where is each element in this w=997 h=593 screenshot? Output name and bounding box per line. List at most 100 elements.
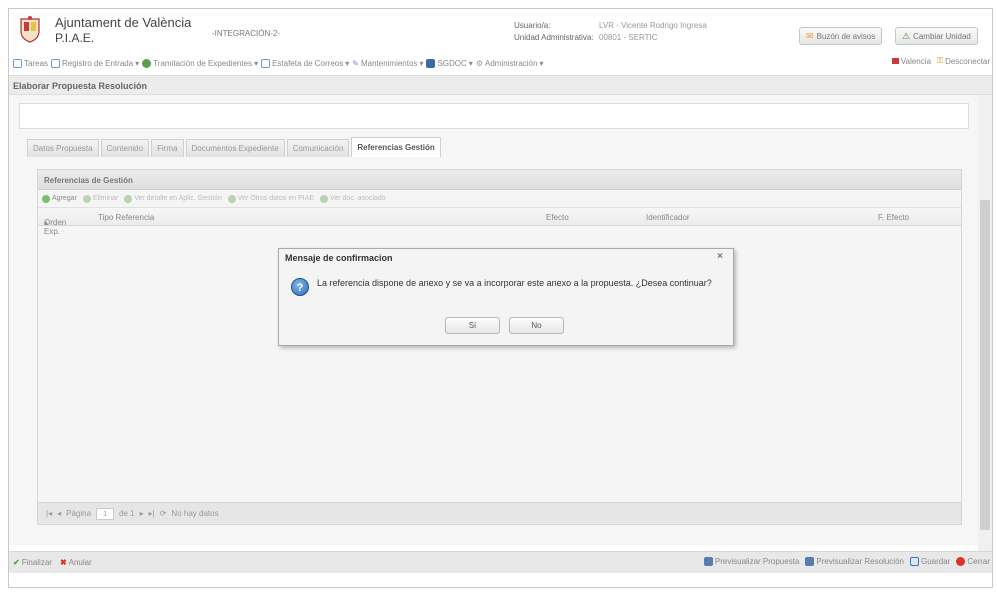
col-f-efecto[interactable]: F. Efecto — [878, 213, 909, 222]
doc-label: Ver doc. asociado — [330, 195, 386, 202]
menu-registro-entrada-label: Registro de Entrada — [62, 58, 134, 68]
dialog-message: La referencia dispone de anexo y se va a… — [317, 278, 712, 288]
detail-label: Ver detalle en Aplic. Gestión — [134, 195, 222, 202]
col-identificador[interactable]: Identificador — [646, 213, 690, 222]
refresh-icon[interactable]: ⟳ — [160, 509, 167, 518]
menu-sgdoc-label: SGDOC — [437, 58, 467, 68]
unit-icon: ⚠ — [902, 30, 911, 41]
anular-label: Anular — [68, 558, 92, 567]
dropdown-arrow-icon: ▾ — [345, 58, 350, 68]
page-of-label: de 1 — [119, 509, 135, 518]
app-name: P.I.A.E. — [55, 31, 95, 45]
menu-estafeta[interactable]: Estafeta de Correos ▾ — [261, 58, 350, 68]
unit-value: 00801 - SERTIC — [599, 33, 658, 42]
menu-tramitacion[interactable]: Tramitación de Expedientes ▾ — [142, 58, 259, 68]
view-doc-button[interactable]: Ver doc. asociado — [320, 194, 386, 203]
vertical-scrollbar[interactable] — [978, 95, 992, 551]
first-page-icon[interactable]: |◂ — [46, 509, 52, 518]
close-icon[interactable]: × — [717, 251, 723, 262]
last-page-icon[interactable]: ▸| — [149, 509, 155, 518]
header: Ajuntament de València P.I.A.E. -INTEGRA… — [9, 9, 992, 51]
buzon-avisos-label: Buzón de avisos — [816, 31, 876, 41]
cancel-icon: ✖ — [59, 558, 67, 567]
add-button[interactable]: Agregar — [42, 194, 77, 203]
cerrar-button[interactable]: Cerrar — [956, 557, 990, 566]
menu-tareas[interactable]: Tareas — [13, 58, 49, 68]
cambiar-unidad-button[interactable]: ⚠ Cambiar Unidad — [895, 27, 978, 45]
finalizar-label: Finalizar — [21, 558, 52, 567]
menu-administracion[interactable]: ⚙ Administración ▾ — [476, 59, 544, 68]
page-title: Elaborar Propuesta Resolución — [9, 75, 992, 95]
dropdown-arrow-icon: ▾ — [419, 58, 424, 68]
guardar-label: Guardar — [920, 557, 951, 566]
document-view-icon — [320, 194, 329, 203]
add-icon — [42, 194, 50, 203]
tab-datos-propuesta[interactable]: Datos Propuesta — [27, 139, 99, 157]
tab-firma[interactable]: Firma — [151, 139, 184, 157]
previsualizar-propuesta-label: Previsualizar Propuesta — [714, 557, 800, 566]
tasks-icon — [13, 58, 22, 68]
prev-page-icon[interactable]: ◂ — [57, 509, 61, 518]
logout-link[interactable]: ⚿ Desconectar — [937, 56, 990, 66]
dialog-title: Mensaje de confirmacion × — [279, 249, 733, 267]
dropdown-arrow-icon: ▾ — [135, 58, 140, 68]
tab-referencias-gestion[interactable]: Referencias Gestión — [351, 137, 441, 157]
dropdown-arrow-icon: ▾ — [468, 58, 473, 68]
process-icon — [142, 58, 152, 68]
confirm-dialog: Mensaje de confirmacion × ? La referenci… — [278, 248, 734, 346]
wrench-icon: ✎ — [352, 58, 359, 68]
menu-sgdoc[interactable]: SGDOC ▾ — [426, 58, 473, 68]
view-other-button[interactable]: Ver Otros datos en PIAE — [227, 194, 315, 203]
menu-tareas-label: Tareas — [24, 58, 49, 68]
tab-comunicacion[interactable]: Comunicación — [286, 139, 350, 157]
references-title: Referencias de Gestión — [38, 170, 961, 190]
preview-icon — [703, 557, 713, 566]
dropdown-arrow-icon: ▾ — [539, 58, 544, 68]
menu-registro-entrada[interactable]: Registro de Entrada ▾ — [51, 58, 140, 68]
admin-icon: ⚙ — [475, 58, 483, 68]
buzon-avisos-button[interactable]: ✉ Buzón de avisos — [799, 27, 883, 45]
guardar-button[interactable]: Guardar — [909, 557, 951, 566]
col-efecto[interactable]: Efecto — [546, 213, 569, 222]
dialog-title-text: Mensaje de confirmacion — [285, 253, 393, 263]
scroll-thumb[interactable] — [980, 200, 990, 530]
tab-bar: Datos Propuesta Contenido Firma Document… — [27, 137, 441, 157]
logout-label: Desconectar — [945, 56, 990, 66]
view-detail-button[interactable]: Ver detalle en Aplic. Gestión — [124, 194, 222, 203]
detail-icon — [124, 194, 133, 203]
page-input[interactable]: 1 — [96, 507, 115, 520]
menu-mantenimientos-label: Mantenimientos — [360, 58, 418, 68]
city-link[interactable]: Valencia — [891, 57, 931, 66]
yes-button[interactable]: Sí — [445, 317, 500, 334]
grid-header: Orden Exp. ▴ Tipo Referencia Efecto Iden… — [38, 208, 961, 236]
other-label: Ver Otros datos en PIAE — [237, 195, 315, 202]
finalizar-button[interactable]: ✔ Finalizar — [13, 558, 52, 567]
previsualizar-propuesta-button[interactable]: Previsualizar Propuesta — [703, 557, 800, 566]
col-tipo[interactable]: Tipo Referencia — [98, 213, 154, 222]
next-page-icon[interactable]: ▸ — [140, 509, 144, 518]
environment-label: -INTEGRACIÓN-2- — [212, 29, 280, 38]
tab-contenido[interactable]: Contenido — [100, 139, 150, 157]
dropdown-arrow-icon: ▾ — [254, 58, 259, 68]
close-icon — [956, 557, 966, 566]
main-menu: Tareas Registro de Entrada ▾ Tramitación … — [9, 55, 992, 71]
delete-button[interactable]: Eliminar — [82, 194, 119, 203]
page-label: Página — [66, 509, 92, 518]
references-panel: Referencias de Gestión Agregar Eliminar … — [37, 169, 962, 525]
tab-documentos-expediente[interactable]: Documentos Expediente — [185, 139, 285, 157]
menu-right: Valencia ⚿ Desconectar — [891, 56, 990, 66]
previsualizar-resolucion-label: Previsualizar Resolución — [816, 557, 904, 566]
user-label: Usuario/a: — [514, 21, 551, 30]
envelope-icon: ✉ — [806, 30, 814, 41]
save-icon — [909, 557, 919, 566]
key-icon: ⚿ — [936, 56, 944, 65]
cambiar-unidad-label: Cambiar Unidad — [913, 31, 971, 41]
menu-administracion-label: Administración — [484, 58, 538, 68]
delete-label: Eliminar — [92, 195, 119, 202]
menu-estafeta-label: Estafeta de Correos — [272, 58, 344, 68]
previsualizar-resolucion-button[interactable]: Previsualizar Resolución — [805, 557, 904, 566]
anular-button[interactable]: ✖ Anular — [60, 558, 92, 567]
city-crest-icon — [20, 16, 40, 43]
no-button[interactable]: No — [509, 317, 564, 334]
menu-mantenimientos[interactable]: ✎ Mantenimientos ▾ — [352, 59, 423, 68]
